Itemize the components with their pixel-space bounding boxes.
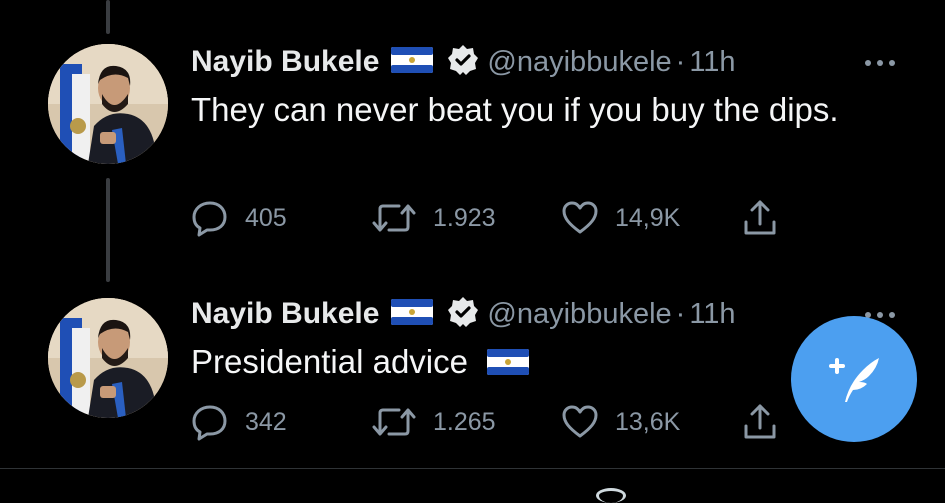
el-salvador-flag-icon: [487, 349, 530, 375]
like-button[interactable]: 13,6K: [561, 400, 680, 444]
retweet-count: 1.265: [433, 407, 496, 436]
like-count: 13,6K: [615, 407, 681, 436]
feed-divider: [0, 468, 945, 469]
retweet-icon: [372, 408, 416, 436]
tweet-text: Presidential advice: [191, 338, 891, 385]
tweet-timestamp[interactable]: 11h: [689, 298, 735, 331]
author-name[interactable]: Nayib Bukele: [191, 297, 379, 331]
separator-dot: ·: [675, 297, 686, 330]
heart-icon: [562, 405, 598, 438]
share-icon: [744, 404, 776, 439]
reply-icon: [192, 405, 227, 441]
author-handle[interactable]: @nayibbukele: [487, 298, 671, 331]
next-item-fragment-icon: [596, 488, 626, 503]
compose-tweet-button[interactable]: [791, 316, 917, 442]
avatar[interactable]: [48, 298, 168, 418]
compose-tweet-icon: [829, 358, 879, 402]
retweet-button[interactable]: 1.265: [371, 400, 496, 444]
share-button[interactable]: [741, 400, 779, 444]
reply-button[interactable]: 342: [191, 400, 287, 444]
avatar-image: [48, 298, 168, 418]
tweet-actions: 342 1.265 13,6K: [191, 400, 811, 444]
tweet-text-content: Presidential advice: [191, 343, 468, 380]
el-salvador-flag-icon: [391, 298, 434, 330]
tweet-header: Nayib Bukele @nayibbukele · 11h: [191, 294, 736, 334]
reply-count: 342: [245, 407, 287, 436]
verified-badge-icon: [447, 296, 479, 333]
